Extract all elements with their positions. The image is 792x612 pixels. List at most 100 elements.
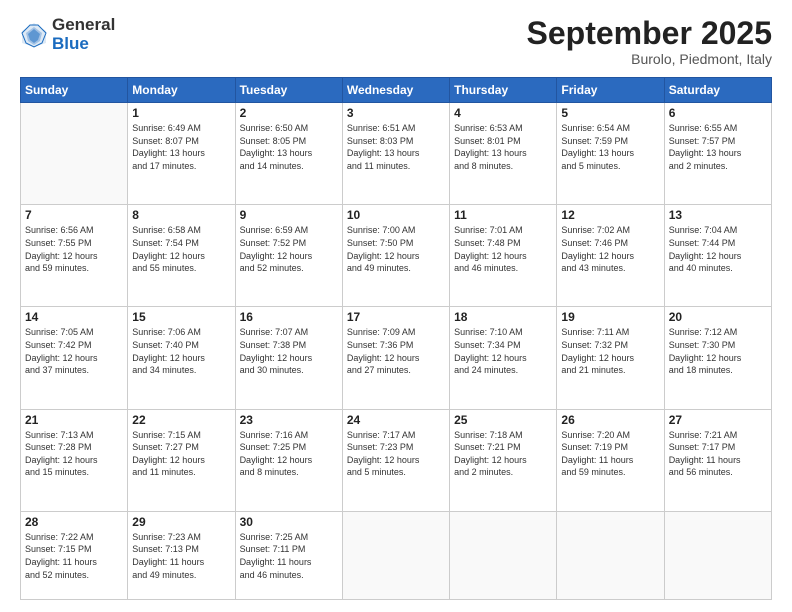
page: General Blue September 2025 Burolo, Pied… bbox=[0, 0, 792, 612]
day-number: 26 bbox=[561, 413, 659, 427]
week-row-4: 21 Sunrise: 7:13 AM Sunset: 7:28 PM Dayli… bbox=[21, 409, 772, 511]
day-number: 13 bbox=[669, 208, 767, 222]
logo-text: General Blue bbox=[52, 16, 115, 53]
day-info: Sunrise: 6:58 AM Sunset: 7:54 PM Dayligh… bbox=[132, 224, 230, 274]
col-header-sunday: Sunday bbox=[21, 78, 128, 103]
calendar-cell: 24 Sunrise: 7:17 AM Sunset: 7:23 PM Dayli… bbox=[342, 409, 449, 511]
day-number: 5 bbox=[561, 106, 659, 120]
logo-icon bbox=[20, 21, 48, 49]
day-info: Sunrise: 6:56 AM Sunset: 7:55 PM Dayligh… bbox=[25, 224, 123, 274]
calendar-cell: 2Sunrise: 6:50 AM Sunset: 8:05 PM Daylig… bbox=[235, 103, 342, 205]
day-info: Sunrise: 7:20 AM Sunset: 7:19 PM Dayligh… bbox=[561, 429, 659, 479]
day-info: Sunrise: 7:04 AM Sunset: 7:44 PM Dayligh… bbox=[669, 224, 767, 274]
calendar-cell: 7 Sunrise: 6:56 AM Sunset: 7:55 PM Daylig… bbox=[21, 205, 128, 307]
calendar-cell: 20 Sunrise: 7:12 AM Sunset: 7:30 PM Dayli… bbox=[664, 307, 771, 409]
day-number: 4 bbox=[454, 106, 552, 120]
col-header-saturday: Saturday bbox=[664, 78, 771, 103]
day-info: Sunrise: 7:12 AM Sunset: 7:30 PM Dayligh… bbox=[669, 326, 767, 376]
title-block: September 2025 Burolo, Piedmont, Italy bbox=[527, 16, 772, 67]
day-number: 24 bbox=[347, 413, 445, 427]
day-info: Sunrise: 7:07 AM Sunset: 7:38 PM Dayligh… bbox=[240, 326, 338, 376]
day-number: 21 bbox=[25, 413, 123, 427]
day-number: 30 bbox=[240, 515, 338, 529]
day-info: Sunrise: 7:06 AM Sunset: 7:40 PM Dayligh… bbox=[132, 326, 230, 376]
logo-general: General bbox=[52, 16, 115, 35]
day-info: Sunrise: 7:23 AM Sunset: 7:13 PM Dayligh… bbox=[132, 531, 230, 581]
col-header-friday: Friday bbox=[557, 78, 664, 103]
day-info: Sunrise: 7:01 AM Sunset: 7:48 PM Dayligh… bbox=[454, 224, 552, 274]
calendar-cell: 16 Sunrise: 7:07 AM Sunset: 7:38 PM Dayli… bbox=[235, 307, 342, 409]
day-info: Sunrise: 7:09 AM Sunset: 7:36 PM Dayligh… bbox=[347, 326, 445, 376]
calendar-cell: 3Sunrise: 6:51 AM Sunset: 8:03 PM Daylig… bbox=[342, 103, 449, 205]
calendar-cell: 23 Sunrise: 7:16 AM Sunset: 7:25 PM Dayli… bbox=[235, 409, 342, 511]
day-info: Sunrise: 7:25 AM Sunset: 7:11 PM Dayligh… bbox=[240, 531, 338, 581]
col-header-thursday: Thursday bbox=[450, 78, 557, 103]
calendar-cell: 21 Sunrise: 7:13 AM Sunset: 7:28 PM Dayli… bbox=[21, 409, 128, 511]
col-header-tuesday: Tuesday bbox=[235, 78, 342, 103]
day-number: 10 bbox=[347, 208, 445, 222]
day-number: 14 bbox=[25, 310, 123, 324]
calendar-cell: 1 Sunrise: 6:49 AM Sunset: 8:07 PM Daylig… bbox=[128, 103, 235, 205]
calendar-cell: 29 Sunrise: 7:23 AM Sunset: 7:13 PM Dayli… bbox=[128, 511, 235, 599]
day-number: 15 bbox=[132, 310, 230, 324]
day-info: Sunrise: 6:54 AM Sunset: 7:59 PM Dayligh… bbox=[561, 122, 659, 172]
calendar-cell bbox=[21, 103, 128, 205]
calendar-cell: 30 Sunrise: 7:25 AM Sunset: 7:11 PM Dayli… bbox=[235, 511, 342, 599]
calendar-cell: 11Sunrise: 7:01 AM Sunset: 7:48 PM Dayli… bbox=[450, 205, 557, 307]
day-info: Sunrise: 7:13 AM Sunset: 7:28 PM Dayligh… bbox=[25, 429, 123, 479]
day-number: 20 bbox=[669, 310, 767, 324]
day-number: 8 bbox=[132, 208, 230, 222]
day-info: Sunrise: 7:18 AM Sunset: 7:21 PM Dayligh… bbox=[454, 429, 552, 479]
week-row-1: 1 Sunrise: 6:49 AM Sunset: 8:07 PM Daylig… bbox=[21, 103, 772, 205]
calendar-cell: 26 Sunrise: 7:20 AM Sunset: 7:19 PM Dayli… bbox=[557, 409, 664, 511]
day-info: Sunrise: 7:00 AM Sunset: 7:50 PM Dayligh… bbox=[347, 224, 445, 274]
day-number: 18 bbox=[454, 310, 552, 324]
calendar-cell: 17 Sunrise: 7:09 AM Sunset: 7:36 PM Dayli… bbox=[342, 307, 449, 409]
day-number: 7 bbox=[25, 208, 123, 222]
day-info: Sunrise: 7:10 AM Sunset: 7:34 PM Dayligh… bbox=[454, 326, 552, 376]
calendar-cell: 28 Sunrise: 7:22 AM Sunset: 7:15 PM Dayli… bbox=[21, 511, 128, 599]
calendar-cell: 13 Sunrise: 7:04 AM Sunset: 7:44 PM Dayli… bbox=[664, 205, 771, 307]
day-number: 19 bbox=[561, 310, 659, 324]
header: General Blue September 2025 Burolo, Pied… bbox=[20, 16, 772, 67]
day-number: 28 bbox=[25, 515, 123, 529]
day-info: Sunrise: 7:21 AM Sunset: 7:17 PM Dayligh… bbox=[669, 429, 767, 479]
header-row: SundayMondayTuesdayWednesdayThursdayFrid… bbox=[21, 78, 772, 103]
day-info: Sunrise: 7:05 AM Sunset: 7:42 PM Dayligh… bbox=[25, 326, 123, 376]
day-number: 29 bbox=[132, 515, 230, 529]
week-row-3: 14 Sunrise: 7:05 AM Sunset: 7:42 PM Dayli… bbox=[21, 307, 772, 409]
day-info: Sunrise: 7:16 AM Sunset: 7:25 PM Dayligh… bbox=[240, 429, 338, 479]
calendar-cell: 6Sunrise: 6:55 AM Sunset: 7:57 PM Daylig… bbox=[664, 103, 771, 205]
week-row-5: 28 Sunrise: 7:22 AM Sunset: 7:15 PM Dayli… bbox=[21, 511, 772, 599]
day-number: 16 bbox=[240, 310, 338, 324]
calendar-cell bbox=[557, 511, 664, 599]
calendar-cell: 25 Sunrise: 7:18 AM Sunset: 7:21 PM Dayli… bbox=[450, 409, 557, 511]
calendar-cell: 22Sunrise: 7:15 AM Sunset: 7:27 PM Dayli… bbox=[128, 409, 235, 511]
day-number: 12 bbox=[561, 208, 659, 222]
day-number: 25 bbox=[454, 413, 552, 427]
calendar-cell: 5 Sunrise: 6:54 AM Sunset: 7:59 PM Daylig… bbox=[557, 103, 664, 205]
day-info: Sunrise: 6:49 AM Sunset: 8:07 PM Dayligh… bbox=[132, 122, 230, 172]
calendar-cell: 8 Sunrise: 6:58 AM Sunset: 7:54 PM Daylig… bbox=[128, 205, 235, 307]
col-header-monday: Monday bbox=[128, 78, 235, 103]
day-number: 27 bbox=[669, 413, 767, 427]
calendar-cell: 27 Sunrise: 7:21 AM Sunset: 7:17 PM Dayli… bbox=[664, 409, 771, 511]
month-title: September 2025 bbox=[527, 16, 772, 51]
calendar-cell bbox=[450, 511, 557, 599]
calendar-cell: 12 Sunrise: 7:02 AM Sunset: 7:46 PM Dayli… bbox=[557, 205, 664, 307]
calendar-cell bbox=[342, 511, 449, 599]
calendar-cell: 19 Sunrise: 7:11 AM Sunset: 7:32 PM Dayli… bbox=[557, 307, 664, 409]
day-number: 17 bbox=[347, 310, 445, 324]
day-number: 1 bbox=[132, 106, 230, 120]
logo-blue: Blue bbox=[52, 35, 115, 54]
logo: General Blue bbox=[20, 16, 115, 53]
day-number: 3 bbox=[347, 106, 445, 120]
day-info: Sunrise: 7:02 AM Sunset: 7:46 PM Dayligh… bbox=[561, 224, 659, 274]
day-info: Sunrise: 7:22 AM Sunset: 7:15 PM Dayligh… bbox=[25, 531, 123, 581]
day-number: 23 bbox=[240, 413, 338, 427]
day-number: 22 bbox=[132, 413, 230, 427]
day-info: Sunrise: 7:17 AM Sunset: 7:23 PM Dayligh… bbox=[347, 429, 445, 479]
subtitle: Burolo, Piedmont, Italy bbox=[527, 51, 772, 67]
day-info: Sunrise: 7:11 AM Sunset: 7:32 PM Dayligh… bbox=[561, 326, 659, 376]
day-info: Sunrise: 6:50 AM Sunset: 8:05 PM Dayligh… bbox=[240, 122, 338, 172]
